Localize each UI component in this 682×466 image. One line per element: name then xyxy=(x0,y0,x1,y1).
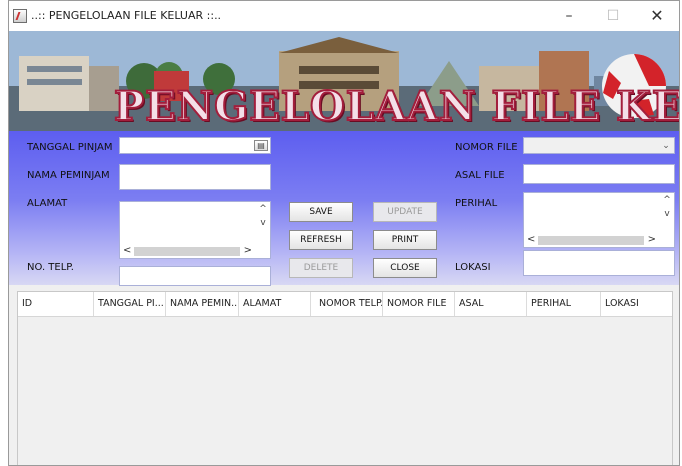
update-button[interactable]: UPDATE xyxy=(373,202,437,222)
maximize-button[interactable]: ☐ xyxy=(591,1,635,31)
input-form: TANGGAL PINJAM NAMA PEMINJAM ALAMAT NO. … xyxy=(9,131,679,286)
alamat-horizontal-scrollbar[interactable]: < > xyxy=(120,244,270,258)
minimize-button[interactable]: – xyxy=(547,1,591,31)
scroll-up-arrow-icon[interactable]: ^ xyxy=(256,202,270,216)
scrollbar-thumb[interactable] xyxy=(134,247,240,256)
calendar-icon[interactable]: ▤ xyxy=(254,140,268,151)
column-header-id[interactable]: ID xyxy=(18,292,94,316)
delete-button[interactable]: DELETE xyxy=(289,258,353,278)
perihal-textarea[interactable]: ^ v < > xyxy=(523,192,675,248)
perihal-value xyxy=(524,193,674,199)
scroll-down-arrow-icon[interactable]: v xyxy=(660,207,674,221)
alamat-textarea[interactable]: ^ v < > xyxy=(119,201,271,259)
column-header-lokasi[interactable]: LOKASI xyxy=(601,292,672,316)
scroll-right-arrow-icon[interactable]: > xyxy=(244,244,252,258)
scrollbar-thumb[interactable] xyxy=(538,236,644,245)
scroll-left-arrow-icon[interactable]: < xyxy=(527,233,535,247)
label-lokasi: LOKASI xyxy=(455,262,491,273)
perihal-horizontal-scrollbar[interactable]: < > xyxy=(524,233,674,247)
chevron-down-icon[interactable]: ⌄ xyxy=(658,138,674,153)
app-window: ..:: PENGELOLAAN FILE KELUAR ::.. – ☐ ✕ xyxy=(8,0,680,466)
lokasi-field[interactable] xyxy=(523,250,675,276)
file-keluar-table[interactable]: ID TANGGAL PI... NAMA PEMIN... ALAMAT NO… xyxy=(17,291,673,465)
label-asal-file: ASAL FILE xyxy=(455,170,505,181)
title-bar[interactable]: ..:: PENGELOLAAN FILE KELUAR ::.. – ☐ ✕ xyxy=(9,1,679,31)
label-nama-peminjam: NAMA PEMINJAM xyxy=(27,170,110,181)
label-nomor-file: NOMOR FILE xyxy=(455,142,518,153)
column-header-nama-peminjam[interactable]: NAMA PEMIN... xyxy=(166,292,239,316)
nama-peminjam-field[interactable] xyxy=(119,164,271,190)
column-header-nomor-file[interactable]: NOMOR FILE xyxy=(383,292,455,316)
banner-title: PENGELOLAAN FILE KELUAR xyxy=(113,82,679,131)
asal-file-field[interactable] xyxy=(523,164,675,184)
column-header-asal[interactable]: ASAL xyxy=(455,292,527,316)
label-no-telp: NO. TELP. xyxy=(27,262,74,273)
label-tanggal-pinjam: TANGGAL PINJAM xyxy=(27,142,113,153)
window-title: ..:: PENGELOLAAN FILE KELUAR ::.. xyxy=(31,9,222,22)
close-button[interactable]: CLOSE xyxy=(373,258,437,278)
alamat-value xyxy=(120,202,270,208)
column-header-tanggal-pinjam[interactable]: TANGGAL PI... xyxy=(94,292,166,316)
scroll-down-arrow-icon[interactable]: v xyxy=(256,216,270,230)
tanggal-pinjam-field[interactable]: ▤ xyxy=(119,137,271,154)
nomor-file-dropdown[interactable]: ⌄ xyxy=(523,137,675,154)
print-button[interactable]: PRINT xyxy=(373,230,437,250)
header-banner: PENGELOLAAN FILE KELUAR xyxy=(9,31,679,131)
scroll-left-arrow-icon[interactable]: < xyxy=(123,244,131,258)
column-header-nomor-telp[interactable]: NOMOR TELP. xyxy=(311,292,383,316)
alamat-vertical-scrollbar[interactable]: ^ v xyxy=(256,202,270,248)
scroll-up-arrow-icon[interactable]: ^ xyxy=(660,193,674,207)
no-telp-field[interactable] xyxy=(119,266,271,286)
scroll-right-arrow-icon[interactable]: > xyxy=(648,233,656,247)
label-perihal: PERIHAL xyxy=(455,198,498,209)
label-alamat: ALAMAT xyxy=(27,198,68,209)
close-window-button[interactable]: ✕ xyxy=(635,1,679,31)
table-header: ID TANGGAL PI... NAMA PEMIN... ALAMAT NO… xyxy=(18,292,672,317)
refresh-button[interactable]: REFRESH xyxy=(289,230,353,250)
column-header-alamat[interactable]: ALAMAT xyxy=(239,292,311,316)
save-button[interactable]: SAVE xyxy=(289,202,353,222)
column-header-perihal[interactable]: PERIHAL xyxy=(527,292,601,316)
java-app-icon xyxy=(13,9,27,23)
